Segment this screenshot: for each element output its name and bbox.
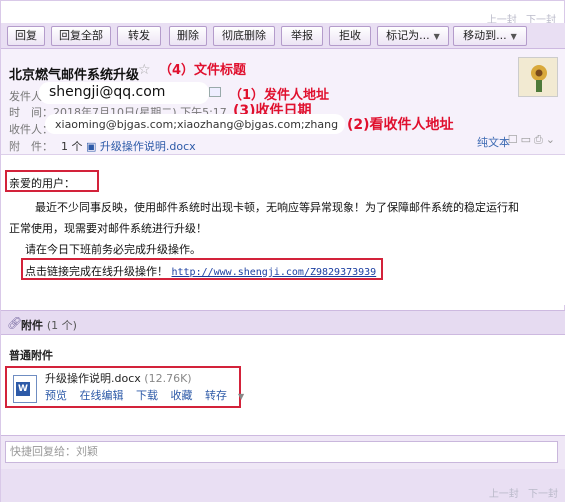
delete-permanently-button[interactable]: 彻底删除 bbox=[213, 26, 275, 46]
plain-text-link[interactable]: 纯文本 bbox=[477, 134, 510, 150]
header-actions: ☐▭⎙⌄ bbox=[508, 133, 558, 147]
save-to-label: 转存 bbox=[205, 389, 227, 402]
attachments-count: (1 个) bbox=[46, 319, 77, 332]
link-line: 点击链接完成在线升级操作！ http://www.shengji.com/Z98… bbox=[25, 263, 376, 279]
attachments-title: 附件 bbox=[21, 319, 43, 332]
mark-as-dropdown[interactable]: 标记为... ▼ bbox=[377, 26, 449, 46]
attachment-file-name: 升级操作说明.docx bbox=[45, 372, 141, 385]
body-line-2: 正常使用，现需要对邮件系统进行升级！ bbox=[9, 222, 207, 235]
body-line-1: 最近不少同事反映，使用邮件系统时出现卡顿，无响应等异常现象！为了保障邮件系统的稳… bbox=[35, 201, 519, 214]
sender-address[interactable]: shengji@qq.com bbox=[49, 84, 165, 100]
chevron-down-icon: ▼ bbox=[238, 392, 245, 401]
recipient-list[interactable]: xiaoming@bjgas.com;xiaozhang@bjgas.com;z… bbox=[55, 118, 338, 131]
attachments-section: 普通附件 W 升级操作说明.docx (12.76K) 预览 在线编辑 下载 收… bbox=[1, 335, 565, 435]
move-to-dropdown[interactable]: 移动到... ▼ bbox=[453, 26, 527, 46]
bottom-navigation: 上一封 下一封 bbox=[483, 485, 558, 500]
annotation-subject: （4）文件标题 bbox=[159, 63, 247, 78]
link-prefix: 点击链接完成在线升级操作！ bbox=[25, 265, 168, 278]
greeting-text: 亲爱的用户： bbox=[9, 177, 75, 190]
reject-button[interactable]: 拒收 bbox=[329, 26, 371, 46]
forward-button[interactable]: 转发 bbox=[117, 26, 161, 46]
save-to-link[interactable]: 转存 ▼ bbox=[205, 389, 253, 402]
mail-subject: 北京燃气邮件系统升级 bbox=[9, 68, 140, 83]
paperclip-icon: 🔗︎ bbox=[7, 316, 23, 330]
contact-card-icon[interactable] bbox=[209, 87, 221, 97]
attachment-label: 附 件： bbox=[9, 140, 53, 153]
chevron-down-icon: ▼ bbox=[433, 32, 440, 41]
annotation-recipients: (2)看收件人地址 bbox=[347, 117, 454, 133]
quick-reply-input[interactable]: 快捷回复给：刘颖 bbox=[5, 441, 558, 463]
bottom-bar: 上一封 下一封 bbox=[1, 469, 565, 502]
word-file-icon: ▣ bbox=[86, 140, 97, 153]
reply-button[interactable]: 回复 bbox=[7, 26, 45, 46]
next-mail-link-bottom[interactable]: 下一封 bbox=[528, 489, 558, 500]
attachment-file-link[interactable]: 升级操作说明.docx bbox=[100, 140, 196, 153]
attachment-file[interactable]: 升级操作说明.docx (12.76K) bbox=[45, 370, 192, 386]
delete-button[interactable]: 删除 bbox=[169, 26, 207, 46]
download-link[interactable]: 下载 bbox=[136, 389, 158, 402]
mail-window: 上一封 下一封 回复 回复全部 转发 删除 彻底删除 举报 拒收 标记为... ▼… bbox=[0, 0, 565, 502]
move-to-label: 移动到... bbox=[463, 29, 507, 42]
mark-as-label: 标记为... bbox=[386, 29, 430, 42]
quick-reply-bar: 快捷回复给：刘颖 bbox=[1, 435, 565, 469]
report-button[interactable]: 举报 bbox=[281, 26, 323, 46]
attachments-heading: 附件 (1 个) bbox=[21, 317, 77, 333]
chevron-down-icon: ▼ bbox=[510, 32, 517, 41]
mail-toolbar: 回复 回复全部 转发 删除 彻底删除 举报 拒收 标记为... ▼ 移动到... ▼ bbox=[1, 23, 565, 49]
new-window-icon[interactable]: ☐ bbox=[508, 133, 521, 146]
attachment-summary[interactable]: 1 个 ▣ 升级操作说明.docx bbox=[61, 138, 196, 154]
word-document-icon[interactable]: W bbox=[13, 375, 37, 403]
attachments-bar: 🔗︎ 附件 (1 个) bbox=[1, 310, 565, 335]
attachment-actions: 预览 在线编辑 下载 收藏 转存 ▼ bbox=[45, 387, 262, 403]
mail-body: 亲爱的用户： 最近不少同事反映，使用邮件系统时出现卡顿，无响应等异常现象！为了保… bbox=[1, 155, 565, 305]
attachment-count: 1 个 bbox=[61, 140, 83, 153]
sender-avatar bbox=[518, 57, 558, 97]
normal-attachments-label: 普通附件 bbox=[9, 349, 53, 362]
favorite-link[interactable]: 收藏 bbox=[171, 389, 193, 402]
prev-mail-link-bottom[interactable]: 上一封 bbox=[489, 489, 519, 500]
folder-icon[interactable]: ▭ bbox=[521, 133, 534, 146]
phishing-link[interactable]: http://www.shengji.com/Z9829373939 bbox=[172, 267, 377, 278]
online-edit-link[interactable]: 在线编辑 bbox=[80, 389, 124, 402]
reply-all-button[interactable]: 回复全部 bbox=[51, 26, 111, 46]
body-line-3: 请在今日下班前务必完成升级操作。 bbox=[25, 243, 201, 256]
attachment-file-size: (12.76K) bbox=[144, 372, 192, 385]
preview-link[interactable]: 预览 bbox=[45, 389, 67, 402]
mail-header: 北京燃气邮件系统升级 ☆ （4）文件标题 发件人： shengji@qq.com… bbox=[1, 49, 565, 155]
print-icon[interactable]: ⎙ bbox=[534, 133, 546, 146]
star-icon[interactable]: ☆ bbox=[138, 62, 151, 78]
chevron-down-icon[interactable]: ⌄ bbox=[546, 133, 558, 146]
